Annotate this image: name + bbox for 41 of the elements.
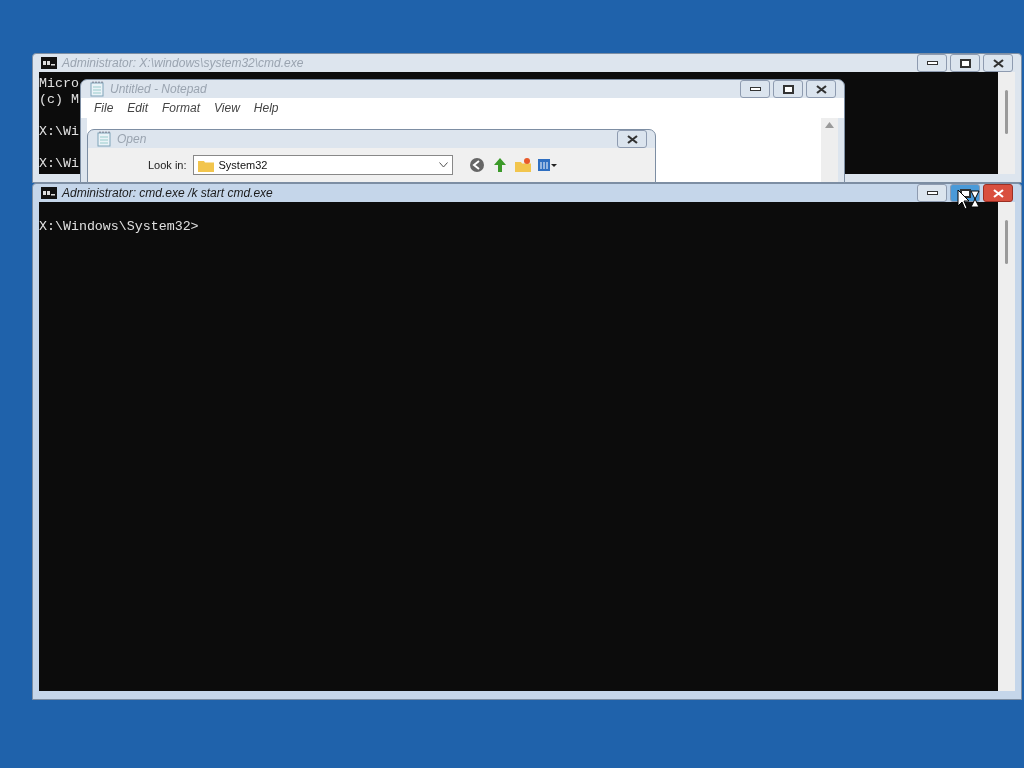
maximize-button[interactable] bbox=[950, 54, 980, 72]
console-line: X:\Wi bbox=[39, 124, 79, 140]
close-button[interactable] bbox=[983, 184, 1013, 202]
view-menu-icon[interactable] bbox=[537, 157, 558, 173]
up-folder-icon[interactable] bbox=[491, 157, 508, 173]
minimize-button[interactable] bbox=[740, 80, 770, 98]
console-icon bbox=[41, 187, 57, 199]
notepad-icon bbox=[89, 81, 105, 97]
close-icon bbox=[992, 188, 1004, 198]
close-icon bbox=[992, 58, 1004, 68]
console-line: X:\Wi bbox=[39, 156, 79, 172]
window-title: Administrator: cmd.exe /k start cmd.exe bbox=[62, 185, 273, 202]
minimize-button[interactable] bbox=[917, 184, 947, 202]
menu-item[interactable]: View bbox=[214, 99, 240, 117]
close-button[interactable] bbox=[617, 130, 647, 148]
console-icon bbox=[41, 57, 57, 69]
scrollbar[interactable] bbox=[998, 72, 1015, 174]
menu-item[interactable]: Edit bbox=[127, 99, 149, 117]
close-button[interactable] bbox=[983, 54, 1013, 72]
maximize-button[interactable] bbox=[773, 80, 803, 98]
minimize-button[interactable] bbox=[917, 54, 947, 72]
window-title: Untitled - Notepad bbox=[110, 81, 207, 98]
look-in-label: Look in: bbox=[148, 157, 187, 173]
scrollbar[interactable] bbox=[998, 202, 1015, 691]
close-button[interactable] bbox=[806, 80, 836, 98]
scrollbar[interactable] bbox=[821, 118, 838, 182]
menu-item[interactable]: File bbox=[94, 99, 114, 117]
window-title: Administrator: X:\windows\system32\cmd.exe bbox=[62, 55, 304, 72]
window-title: Open bbox=[117, 131, 147, 148]
menu-item[interactable]: Format bbox=[162, 99, 201, 117]
console-line: Micro bbox=[39, 76, 79, 92]
folder-icon bbox=[197, 158, 214, 172]
back-icon[interactable] bbox=[468, 157, 485, 173]
close-icon bbox=[815, 84, 827, 94]
look-in-dropdown[interactable]: System32 bbox=[192, 155, 453, 175]
caret-icon bbox=[438, 162, 448, 168]
console-line: (c) M bbox=[39, 92, 79, 108]
console-line: X:\Windows\System32> bbox=[39, 219, 199, 235]
new-folder-icon[interactable] bbox=[514, 157, 531, 173]
menu-item[interactable]: Help bbox=[253, 99, 279, 117]
close-icon bbox=[626, 134, 638, 144]
